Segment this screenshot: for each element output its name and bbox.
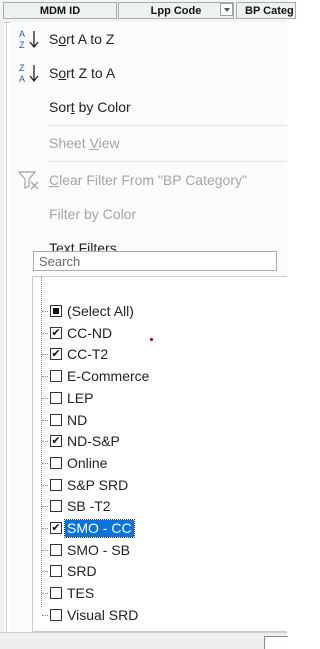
unchecked-checkbox[interactable] xyxy=(50,456,62,469)
filter-dropdown-button[interactable] xyxy=(220,3,233,16)
filter-by-color-item: Filter by Color xyxy=(10,199,287,229)
tree-branch xyxy=(42,528,48,529)
list-item[interactable]: ND xyxy=(33,410,287,432)
clear-filter-label: Clear Filter From "BP Category" xyxy=(49,172,247,188)
sort-by-color-item[interactable]: Sort by Color xyxy=(10,92,287,122)
list-item[interactable]: TES xyxy=(33,583,287,605)
unchecked-checkbox[interactable] xyxy=(50,413,62,426)
list-item-label: ND xyxy=(67,411,88,428)
list-item-label: CC-T2 xyxy=(67,346,109,363)
svg-text:Z: Z xyxy=(19,63,25,73)
list-item-label: CC-ND xyxy=(67,324,113,341)
list-item-label: E-Commerce xyxy=(67,368,150,385)
checked-checkbox[interactable]: ✔ xyxy=(50,326,62,339)
list-item[interactable]: S&P SRD xyxy=(33,475,287,497)
list-item-label: LEP xyxy=(67,389,94,406)
sheet-view-item: Sheet View xyxy=(10,128,287,158)
list-item[interactable]: ✔ ND-S&P xyxy=(33,431,287,453)
list-item[interactable]: (Select All) xyxy=(33,301,287,323)
list-item[interactable]: ✔ CC-ND xyxy=(33,323,287,345)
unchecked-checkbox[interactable] xyxy=(50,587,62,600)
tree-branch xyxy=(42,441,48,443)
tree-branch xyxy=(42,571,48,573)
menu-separator xyxy=(47,161,287,162)
svg-text:A: A xyxy=(19,74,25,84)
sort-z-to-a-item[interactable]: Z A Sort Z to A xyxy=(10,58,287,88)
tree-branch xyxy=(42,614,48,616)
list-item[interactable]: Online xyxy=(33,453,287,475)
list-item[interactable]: Visual SRD xyxy=(33,605,287,627)
column-header-label: Lpp Code xyxy=(150,4,202,17)
column-header-label: BP Categ xyxy=(245,4,294,17)
list-item[interactable]: E-Commerce xyxy=(33,366,287,388)
tree-branch xyxy=(42,397,48,399)
list-item-label: TES xyxy=(67,585,95,602)
checked-checkbox[interactable]: ✔ xyxy=(50,435,62,448)
tree-branch xyxy=(42,549,48,551)
list-item[interactable]: SMO - SB xyxy=(33,540,287,562)
filter-by-color-label: Filter by Color xyxy=(49,206,137,222)
list-item-label: SMO - SB xyxy=(67,541,131,558)
clear-filter-icon xyxy=(17,171,39,190)
sort-by-color-label: Sort by Color xyxy=(49,99,131,115)
tree-branch xyxy=(42,354,48,356)
unchecked-checkbox[interactable] xyxy=(50,608,62,621)
sheet-view-label: Sheet View xyxy=(49,135,120,151)
sort-z-to-a-label: Sort Z to A xyxy=(49,65,116,81)
tree-branch xyxy=(42,376,48,378)
list-item-label: ND-S&P xyxy=(67,433,120,450)
column-header-label: MDM ID xyxy=(39,4,81,17)
ok-button[interactable] xyxy=(264,636,288,649)
unchecked-checkbox[interactable] xyxy=(50,370,62,383)
list-item-label: (Select All) xyxy=(67,303,134,319)
filter-values-list: (Select All) ✔ CC-ND ✔ CC-T2 E-Commerce LEP ND ✔… xyxy=(32,276,287,632)
red-dot-marker xyxy=(150,338,153,341)
unchecked-checkbox[interactable] xyxy=(50,565,62,578)
list-item-label: SRD xyxy=(67,563,97,580)
svg-text:A: A xyxy=(19,29,25,39)
sheet-edge xyxy=(0,22,4,632)
checked-checkbox[interactable]: ✔ xyxy=(50,522,62,534)
list-item-label: Online xyxy=(67,454,108,471)
list-item-label: S&P SRD xyxy=(67,476,129,493)
partial-checkbox[interactable] xyxy=(50,305,62,317)
checked-checkbox[interactable]: ✔ xyxy=(50,348,62,361)
clear-filter-item: Clear Filter From "BP Category" xyxy=(10,165,287,195)
column-header-row: MDM ID Lpp Code BP Categ xyxy=(0,0,296,23)
tree-branch xyxy=(42,506,48,508)
column-header-lpp-code[interactable]: Lpp Code xyxy=(118,2,234,19)
tree-branch xyxy=(42,332,48,334)
search-input[interactable]: Search xyxy=(33,251,277,271)
bottom-bar xyxy=(0,632,287,649)
column-header-bp-category[interactable]: BP Categ xyxy=(236,2,296,19)
list-item[interactable]: SRD xyxy=(33,561,287,583)
sort-ascending-icon: A Z xyxy=(19,29,39,50)
sort-a-to-z-item[interactable]: A Z Sort A to Z xyxy=(10,24,287,54)
unchecked-checkbox[interactable] xyxy=(50,500,62,513)
tree-branch xyxy=(42,593,48,595)
unchecked-checkbox[interactable] xyxy=(50,543,62,556)
list-item[interactable]: ✔ SMO - CC xyxy=(33,518,287,540)
svg-text:Z: Z xyxy=(19,40,25,50)
sheet-gridline xyxy=(6,22,7,632)
sort-a-to-z-label: Sort A to Z xyxy=(49,31,115,47)
list-item[interactable]: LEP xyxy=(33,388,287,410)
list-item[interactable]: SB -T2 xyxy=(33,496,287,518)
unchecked-checkbox[interactable] xyxy=(50,391,62,404)
sort-descending-icon: Z A xyxy=(19,63,39,84)
tree-branch xyxy=(42,462,48,464)
list-item-label: SMO - CC xyxy=(64,519,135,538)
list-item[interactable]: ✔ CC-T2 xyxy=(33,344,287,366)
list-item-label: SB -T2 xyxy=(67,498,111,515)
tree-branch xyxy=(42,484,48,486)
menu-separator xyxy=(47,125,287,126)
tree-branch xyxy=(42,419,48,421)
column-header-mdm-id[interactable]: MDM ID xyxy=(3,2,117,19)
tree-branch xyxy=(42,311,48,312)
unchecked-checkbox[interactable] xyxy=(50,478,62,491)
list-item-label: Visual SRD xyxy=(67,606,139,623)
